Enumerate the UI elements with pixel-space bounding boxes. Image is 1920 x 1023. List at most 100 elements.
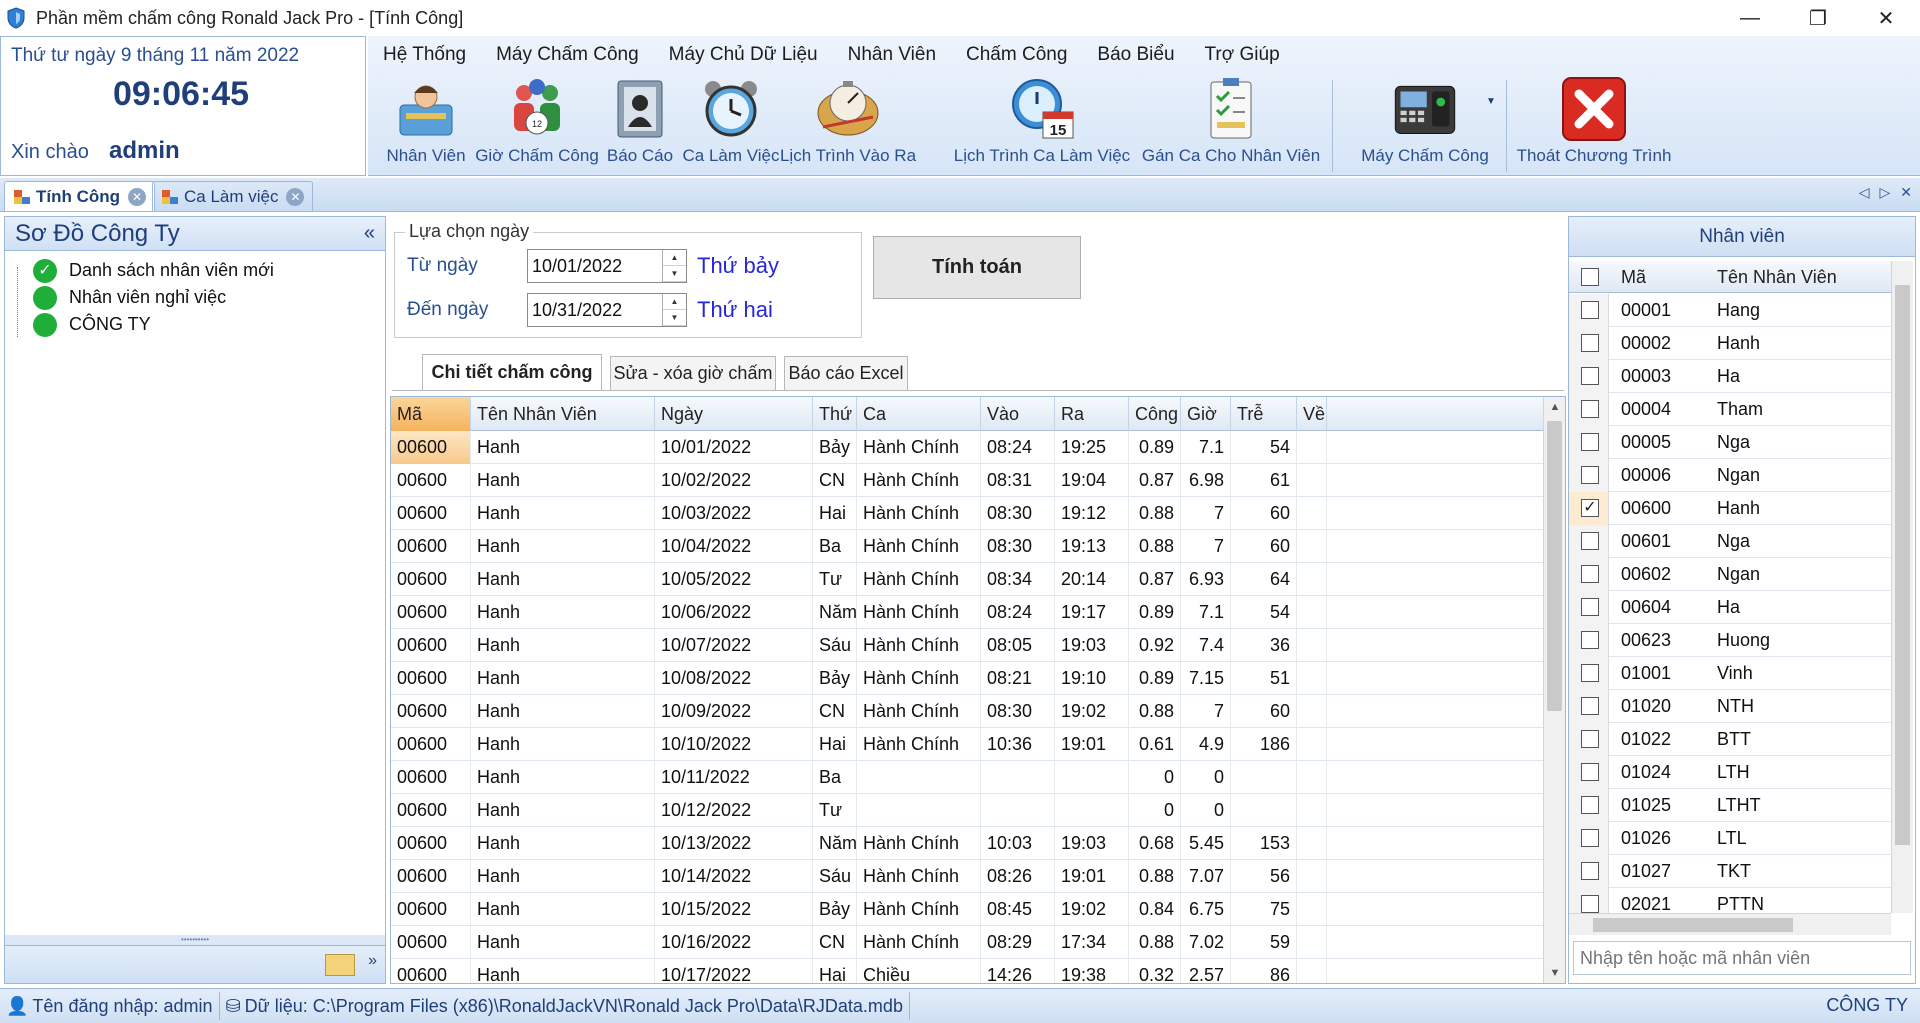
cell-date[interactable]: 10/16/2022 [655,926,813,959]
cell-code[interactable]: 00600 [391,794,471,827]
cell-name[interactable]: Hanh [471,563,655,596]
tree-item-new-employees[interactable]: ✓ Danh sách nhân viên mới [15,257,274,284]
attendance-device-tool-button[interactable]: Máy Chấm Công [1348,74,1502,176]
cell-shift[interactable]: Hành Chính [857,530,981,563]
employee-row[interactable]: 01001 Vinh [1569,657,1891,690]
cell-shift[interactable]: Hành Chính [857,596,981,629]
cell-code[interactable]: 00600 [391,497,471,530]
cell-name[interactable]: Hanh [471,827,655,860]
row-selector[interactable] [1569,294,1609,327]
cell-early[interactable] [1297,794,1327,827]
table-row[interactable]: 00600 Hanh 10/10/2022 Hai Hành Chính 10:36 19:… [391,728,1543,761]
scroll-thumb[interactable] [1593,918,1793,932]
menu-reports[interactable]: Báo Biểu [1082,44,1189,66]
employee-row[interactable]: 00602 Ngan [1569,558,1891,591]
cell-shift[interactable]: Hành Chính [857,431,981,464]
table-row[interactable]: 00600 Hanh 10/09/2022 CN Hành Chính 08:30 19:0… [391,695,1543,728]
cell-workday[interactable]: 0.89 [1129,596,1181,629]
cell-in[interactable]: 08:31 [981,464,1055,497]
employee-row[interactable]: 01022 BTT [1569,723,1891,756]
row-selector[interactable] [1569,756,1609,789]
row-selector[interactable] [1569,624,1609,657]
employee-vertical-scrollbar[interactable] [1891,261,1913,913]
cell-date[interactable]: 10/09/2022 [655,695,813,728]
employee-checkbox[interactable] [1581,466,1599,484]
cell-date[interactable]: 10/04/2022 [655,530,813,563]
cell-in[interactable]: 08:30 [981,695,1055,728]
cell-late[interactable] [1231,794,1297,827]
cell-out[interactable]: 19:10 [1055,662,1129,695]
close-window-button[interactable]: ✕ [1852,0,1920,36]
cell-early[interactable] [1297,926,1327,959]
cell-out[interactable]: 19:01 [1055,860,1129,893]
row-selector[interactable] [1569,855,1609,888]
cell-code[interactable]: 00600 [391,761,471,794]
employee-row[interactable]: 01027 TKT [1569,855,1891,888]
cell-dow[interactable]: CN [813,926,857,959]
cell-out[interactable]: 19:25 [1055,431,1129,464]
cell-out[interactable]: 19:13 [1055,530,1129,563]
cell-late[interactable]: 186 [1231,728,1297,761]
cell-workday[interactable]: 0.88 [1129,695,1181,728]
cell-code[interactable]: 00600 [391,596,471,629]
cell-dow[interactable]: Ba [813,761,857,794]
cell-shift[interactable]: Hành Chính [857,728,981,761]
to-date-spinner[interactable]: ▲ ▼ [662,294,686,326]
tab-prev-icon[interactable]: ◁ [1859,184,1870,201]
cell-workday[interactable]: 0.87 [1129,464,1181,497]
column-header-code[interactable]: Mã [391,397,471,431]
cell-hours[interactable]: 0 [1181,794,1231,827]
navigation-pane-icon[interactable] [325,954,355,976]
employee-row[interactable]: 00003 Ha [1569,360,1891,393]
table-row[interactable]: 00600 Hanh 10/11/2022 Ba 0 0 [391,761,1543,794]
dropdown-arrow-icon[interactable]: ▼ [1486,96,1496,107]
column-header-shift[interactable]: Ca [857,397,981,431]
tab-attendance-detail[interactable]: Chi tiết chấm công [422,354,602,390]
cell-in[interactable]: 08:26 [981,860,1055,893]
table-row[interactable]: 00600 Hanh 10/05/2022 Tư Hành Chính 08:34 20:1… [391,563,1543,596]
employee-row[interactable]: 00601 Nga [1569,525,1891,558]
cell-early[interactable] [1297,629,1327,662]
cell-hours[interactable]: 4.9 [1181,728,1231,761]
cell-code[interactable]: 00600 [391,431,471,464]
cell-late[interactable]: 54 [1231,431,1297,464]
cell-name[interactable]: Hanh [471,860,655,893]
cell-name[interactable]: Hanh [471,728,655,761]
tab-attendance-calc[interactable]: Tính Công ✕ [4,181,156,211]
in-out-schedule-tool-button[interactable]: Lịch Trình Vào Ra [780,74,916,176]
cell-dow[interactable]: CN [813,695,857,728]
cell-late[interactable]: 60 [1231,695,1297,728]
cell-date[interactable]: 10/01/2022 [655,431,813,464]
row-selector[interactable] [1569,822,1609,855]
row-selector[interactable] [1569,426,1609,459]
cell-late[interactable]: 75 [1231,893,1297,926]
tab-close-all-icon[interactable]: ✕ [1900,184,1912,201]
cell-early[interactable] [1297,959,1327,983]
cell-code[interactable]: 00600 [391,827,471,860]
menu-employee[interactable]: Nhân Viên [833,44,951,66]
cell-out[interactable]: 19:17 [1055,596,1129,629]
cell-shift[interactable]: Chiều [857,959,981,983]
cell-out[interactable]: 19:01 [1055,728,1129,761]
close-tab-icon[interactable]: ✕ [286,187,305,206]
row-selector[interactable] [1569,591,1609,624]
employee-checkbox[interactable] [1581,631,1599,649]
cell-name[interactable]: Hanh [471,695,655,728]
cell-early[interactable] [1297,893,1327,926]
grid-vertical-scrollbar[interactable]: ▲ ▼ [1543,397,1565,983]
cell-hours[interactable]: 6.75 [1181,893,1231,926]
menu-data-server[interactable]: Máy Chủ Dữ Liệu [654,44,833,66]
table-row[interactable]: 00600 Hanh 10/13/2022 Năm Hành Chính 10:03 19:… [391,827,1543,860]
cell-shift[interactable]: Hành Chính [857,629,981,662]
cell-early[interactable] [1297,827,1327,860]
employee-checkbox[interactable]: ✓ [1581,499,1599,517]
cell-workday[interactable]: 0.87 [1129,563,1181,596]
close-tab-icon[interactable]: ✕ [128,187,147,206]
cell-hours[interactable]: 6.98 [1181,464,1231,497]
cell-in[interactable]: 08:05 [981,629,1055,662]
cell-date[interactable]: 10/07/2022 [655,629,813,662]
tree-item-company[interactable]: CÔNG TY [15,311,274,338]
cell-shift[interactable]: Hành Chính [857,926,981,959]
cell-code[interactable]: 00600 [391,662,471,695]
cell-hours[interactable]: 7.02 [1181,926,1231,959]
